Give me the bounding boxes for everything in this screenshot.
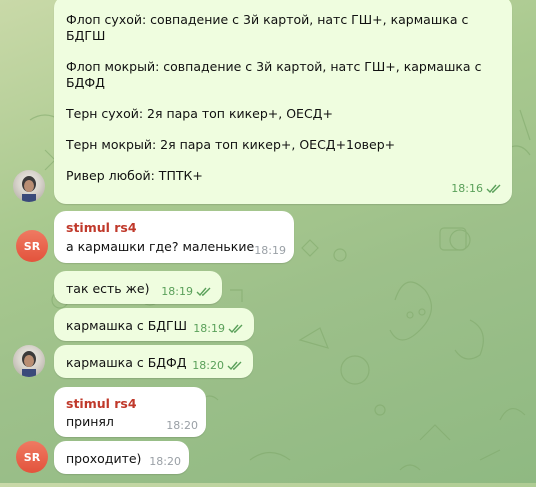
message-text: так есть же): [66, 281, 150, 296]
double-check-icon: [486, 184, 501, 194]
user-photo-icon: [22, 176, 36, 202]
message-text: принял: [66, 414, 114, 429]
message-meta: 18:20: [192, 359, 243, 373]
user-photo-icon: [22, 351, 36, 377]
message-time: 18:20: [192, 359, 224, 373]
message-time: 18:16: [451, 182, 483, 196]
message-time: 18:20: [149, 455, 181, 469]
user-photo-avatar[interactable]: [13, 170, 45, 202]
double-check-icon: [196, 287, 211, 297]
message-time: 18:19: [161, 285, 193, 299]
message-time: 18:20: [166, 419, 198, 433]
message-bubble-outgoing[interactable]: кармашка с БДГШ 18:19: [54, 308, 254, 341]
message-bubble-outgoing[interactable]: так есть же) 18:19: [54, 271, 222, 304]
message-bubble-incoming[interactable]: проходите) 18:20: [54, 441, 189, 474]
message-text: проходите): [66, 451, 142, 466]
sender-name[interactable]: stimul rs4: [66, 396, 137, 412]
message-meta: 18:20: [149, 455, 181, 469]
sender-name[interactable]: stimul rs4: [66, 220, 137, 236]
sr-initials-avatar[interactable]: SR: [16, 441, 48, 473]
message-meta: 18:20: [166, 419, 198, 433]
message-bubble-outgoing[interactable]: кармашка с БДФД 18:20: [54, 345, 253, 378]
message-meta: 18:19: [254, 244, 286, 258]
message-time: 18:19: [254, 244, 286, 258]
double-check-icon: [228, 324, 243, 334]
message-bubble-incoming[interactable]: stimul rs4 принял 18:20: [54, 387, 206, 437]
message-text: кармашка с БДФД: [66, 355, 187, 370]
message-meta: 18:19: [193, 322, 244, 336]
message-time: 18:19: [193, 322, 225, 336]
sr-initials-avatar[interactable]: SR: [16, 230, 48, 262]
message-text: Флоп сухой: совпадение с 3й картой, натс…: [66, 12, 482, 184]
message-meta: 18:16: [451, 182, 502, 196]
user-photo-avatar[interactable]: [13, 345, 45, 377]
message-text: а кармашки где? маленькие: [66, 239, 255, 254]
double-check-icon: [227, 361, 242, 371]
message-bubble-outgoing[interactable]: Флоп сухой: совпадение с 3й картой, натс…: [54, 0, 512, 204]
message-bubble-incoming[interactable]: stimul rs4 а кармашки где? маленькие 18:…: [54, 211, 294, 263]
message-meta: 18:19: [161, 285, 212, 299]
message-text: кармашка с БДГШ: [66, 318, 188, 333]
